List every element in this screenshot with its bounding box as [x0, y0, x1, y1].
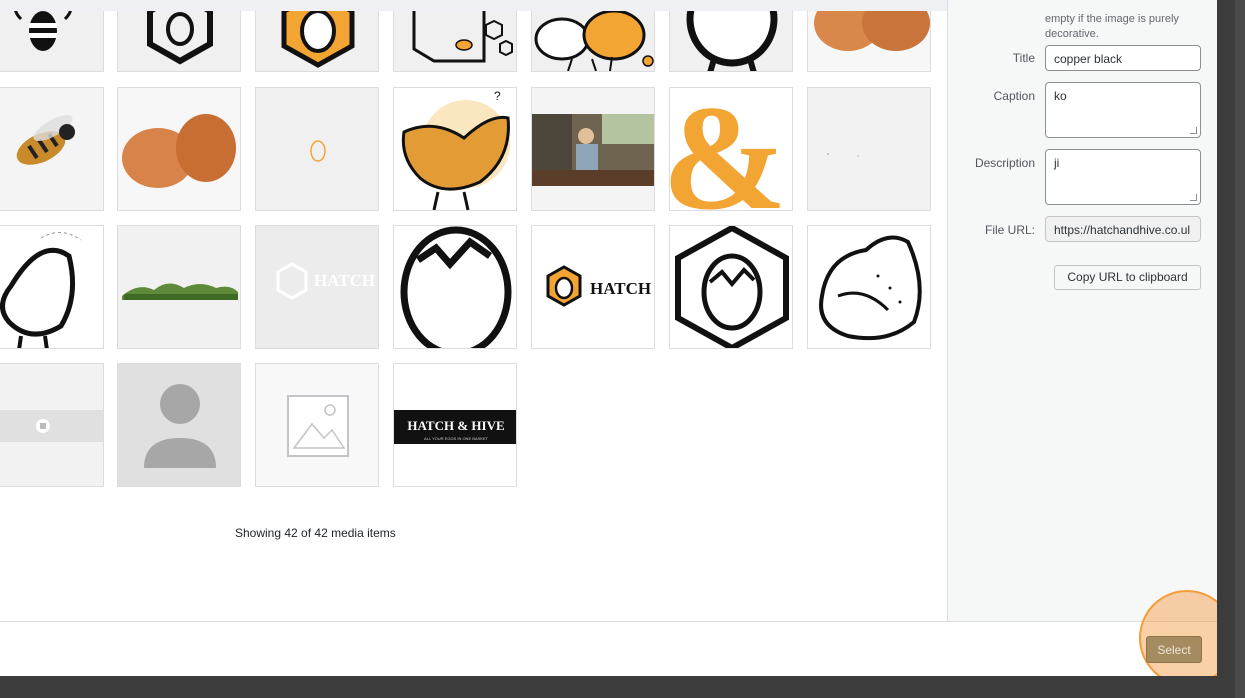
chicken-sketch-icon	[808, 226, 930, 348]
modal-footer	[0, 621, 1217, 676]
egg-outline-icon	[310, 140, 326, 162]
caption-label: Caption	[993, 89, 1035, 103]
hexagon-cracked-egg-icon	[670, 226, 792, 348]
svg-text:HATCH & HIVE: HATCH & HIVE	[407, 418, 504, 433]
description-textarea[interactable]: ji	[1045, 149, 1201, 205]
grass-icon	[118, 226, 240, 348]
resize-handle-icon[interactable]	[1190, 194, 1197, 201]
copy-url-button[interactable]: Copy URL to clipboard	[1054, 265, 1201, 290]
media-grid: ? & HATCH HATCH HATCH & HIVE ALL YOUR EG…	[0, 0, 947, 621]
caption-textarea[interactable]: ko	[1045, 82, 1201, 138]
media-tile[interactable]: &	[669, 87, 793, 211]
media-tile[interactable]	[0, 225, 104, 349]
svg-text:HATCH &HIVE: HATCH &HIVE	[314, 271, 379, 290]
caption-value: ko	[1054, 89, 1067, 103]
hatch-hive-white-logo-icon: HATCH &HIVE	[256, 226, 379, 348]
page-scrollbar-area	[1217, 0, 1245, 698]
eggs-photo-icon	[118, 88, 240, 210]
media-tile[interactable]	[531, 87, 655, 211]
farm-photo-icon	[532, 88, 654, 210]
media-tile[interactable]: HATCH &HIVE	[531, 225, 655, 349]
file-url-input[interactable]: https://hatchandhive.co.ul	[1045, 216, 1201, 242]
media-tile[interactable]	[255, 87, 379, 211]
description-value: ji	[1054, 156, 1060, 170]
media-tile[interactable]	[117, 363, 241, 487]
media-tile[interactable]	[807, 225, 931, 349]
media-tile[interactable]: HATCH & HIVE ALL YOUR EGGS IN ONE BASKET	[393, 363, 517, 487]
media-tile[interactable]	[669, 225, 793, 349]
alt-text-note: empty if the image is purely decorative.	[1045, 13, 1179, 40]
media-tile[interactable]	[393, 225, 517, 349]
svg-text:ALL YOUR EGGS IN ONE BASKET: ALL YOUR EGGS IN ONE BASKET	[424, 436, 489, 441]
media-tile[interactable]	[117, 87, 241, 211]
media-count-text: Showing 42 of 42 media items	[235, 526, 396, 540]
media-tile[interactable]: HATCH &HIVE	[255, 225, 379, 349]
media-tile[interactable]	[0, 363, 104, 487]
svg-text:?: ?	[494, 89, 501, 103]
avatar-placeholder-icon	[118, 364, 240, 486]
svg-text:&: &	[670, 88, 787, 211]
media-modal: ? & HATCH HATCH HATCH & HIVE ALL YOUR EG…	[0, 0, 1217, 676]
svg-text:HATCH &HIVE: HATCH &HIVE	[590, 279, 655, 298]
resize-handle-icon[interactable]	[1190, 127, 1197, 134]
hatch-hive-banner-icon: HATCH & HIVE ALL YOUR EGGS IN ONE BASKET	[394, 410, 516, 444]
cracked-egg-icon	[394, 226, 516, 348]
media-tile[interactable]	[0, 87, 104, 211]
title-input[interactable]: copper black	[1045, 45, 1201, 71]
title-label: Title	[1012, 51, 1035, 65]
image-placeholder-icon	[287, 395, 349, 457]
orange-chicken-icon: ?	[394, 88, 516, 210]
select-button[interactable]: Select	[1146, 636, 1202, 663]
description-label: Description	[974, 156, 1035, 170]
media-tile[interactable]	[255, 363, 379, 487]
bee-photo-icon	[0, 88, 103, 210]
media-tile[interactable]	[117, 225, 241, 349]
file-url-label: File URL:	[984, 223, 1035, 237]
media-tile[interactable]	[807, 87, 931, 211]
chicken-outline-icon	[0, 226, 103, 348]
media-tile[interactable]: ?	[393, 87, 517, 211]
ampersand-icon: &	[670, 88, 792, 211]
blank-icon	[808, 88, 930, 210]
hatch-hive-logo-icon: HATCH &HIVE	[532, 226, 655, 348]
banner-icon	[0, 364, 103, 486]
